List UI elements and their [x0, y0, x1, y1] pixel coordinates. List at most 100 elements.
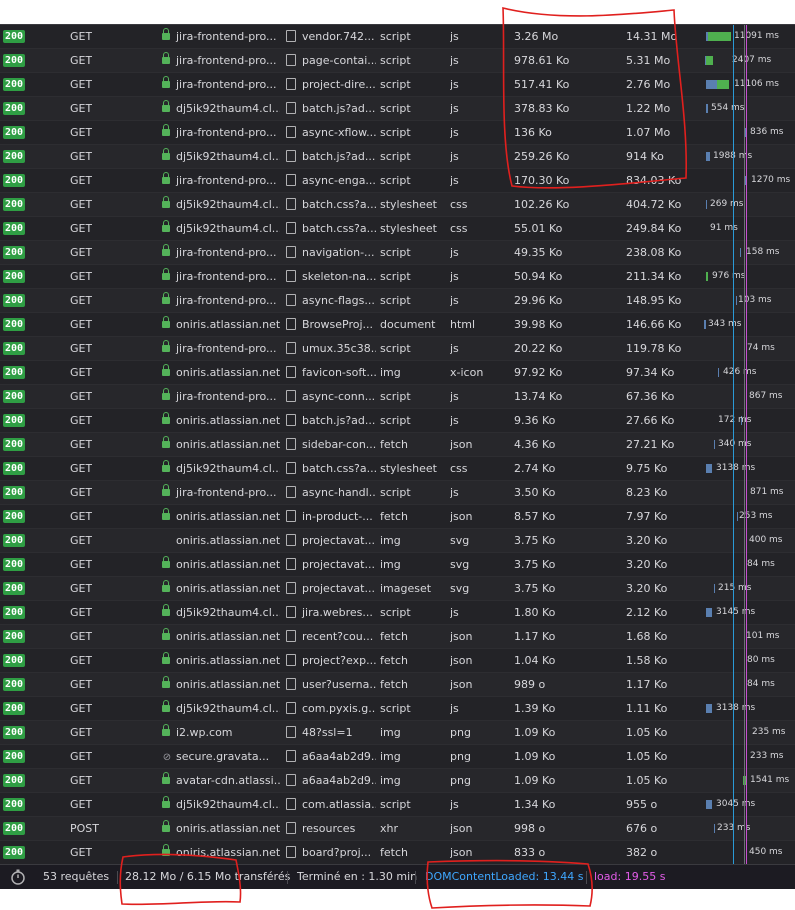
file-cell: skeleton-na...	[286, 265, 376, 288]
file-icon	[286, 822, 296, 834]
waterfall-cell: 3138 ms	[704, 697, 795, 720]
domain-text: dj5ik92thaum4.cl...	[176, 222, 280, 235]
request-row[interactable]: 200 GET jira-frontend-pro... async-handl...…	[0, 481, 795, 505]
status-badge: 200	[3, 798, 26, 811]
waterfall-time: 233 ms	[750, 751, 784, 761]
status-badge: 200	[3, 606, 26, 619]
size-cell: 404.72 Ko	[626, 198, 682, 211]
request-row[interactable]: 200 GET i2.wp.com 48?ssl=1 img png 1.09 Ko 1.05…	[0, 721, 795, 745]
request-row[interactable]: 200 GET jira-frontend-pro... page-contai...…	[0, 49, 795, 73]
waterfall-bar	[706, 704, 712, 713]
transferred-cell: 3.75 Ko	[514, 558, 556, 571]
file-text: in-product-...	[302, 510, 373, 523]
file-cell: async-conn...	[286, 385, 376, 408]
domain-cell: oniris.atlassian.net	[162, 673, 280, 696]
domain-text: dj5ik92thaum4.cl...	[176, 198, 280, 211]
request-row[interactable]: 200 GET oniris.atlassian.net user?userna...…	[0, 673, 795, 697]
file-text: 48?ssl=1	[302, 726, 353, 739]
file-text: batch.js?ad...	[302, 102, 376, 115]
request-row[interactable]: 200 GET oniris.atlassian.net sidebar-con...…	[0, 433, 795, 457]
content-type-cell: png	[450, 774, 471, 787]
request-row[interactable]: 200 GET oniris.atlassian.net projectavat...…	[0, 577, 795, 601]
waterfall-time: 871 ms	[750, 487, 784, 497]
request-row[interactable]: 200 GET oniris.atlassian.net project?exp...…	[0, 649, 795, 673]
content-type-cell: json	[450, 822, 473, 835]
waterfall-cell: 11091 ms	[704, 25, 795, 48]
status-badge: 200	[3, 582, 26, 595]
request-row[interactable]: 200 GET jira-frontend-pro... umux.35c38... s…	[0, 337, 795, 361]
domain-cell: oniris.atlassian.net	[162, 625, 280, 648]
request-row[interactable]: 200 POST oniris.atlassian.net resources xhr j…	[0, 817, 795, 841]
request-row[interactable]: 200 GET oniris.atlassian.net BrowseProj... d…	[0, 313, 795, 337]
file-cell: batch.js?ad...	[286, 409, 376, 432]
request-row[interactable]: 200 GET oniris.atlassian.net recent?cou... f…	[0, 625, 795, 649]
file-text: BrowseProj...	[302, 318, 374, 331]
request-row[interactable]: 200 GET oniris.atlassian.net projectavat...…	[0, 529, 795, 553]
file-text: skeleton-na...	[302, 270, 376, 283]
lock-icon	[162, 75, 170, 88]
waterfall-bar	[736, 296, 737, 305]
request-row[interactable]: 200 GET oniris.atlassian.net favicon-soft..…	[0, 361, 795, 385]
file-icon	[286, 126, 296, 138]
lock-icon	[162, 363, 170, 376]
request-row[interactable]: 200 GET dj5ik92thaum4.cl... com.pyxis.g... s…	[0, 697, 795, 721]
domain-cell: jira-frontend-pro...	[162, 169, 280, 192]
file-icon	[286, 678, 296, 690]
initiator-type-cell: script	[380, 702, 411, 715]
file-cell: batch.css?a...	[286, 193, 376, 216]
request-row[interactable]: 200 GET jira-frontend-pro... skeleton-na...…	[0, 265, 795, 289]
method-cell: GET	[70, 390, 93, 403]
waterfall-cell: 74 ms	[704, 337, 795, 360]
file-cell: projectavat...	[286, 529, 376, 552]
transferred-cell: 49.35 Ko	[514, 246, 563, 259]
file-text: batch.js?ad...	[302, 150, 376, 163]
request-row[interactable]: 200 GET dj5ik92thaum4.cl... batch.css?a... s…	[0, 193, 795, 217]
request-row[interactable]: 200 GET ⊘ secure.gravata... a6aa4ab2d9... img…	[0, 745, 795, 769]
status-badge: 200	[3, 510, 26, 523]
initiator-type-cell: fetch	[380, 654, 408, 667]
domain-cell: jira-frontend-pro...	[162, 73, 280, 96]
request-row[interactable]: 200 GET oniris.atlassian.net projectavat...…	[0, 553, 795, 577]
waterfall-time: 867 ms	[749, 391, 783, 401]
waterfall-bar	[706, 32, 731, 41]
request-row[interactable]: 200 GET avatar-cdn.atlassi... a6aa4ab2d9...…	[0, 769, 795, 793]
size-cell: 97.34 Ko	[626, 366, 675, 379]
size-cell: 27.66 Ko	[626, 414, 675, 427]
request-row[interactable]: 200 GET dj5ik92thaum4.cl... batch.js?ad... s…	[0, 145, 795, 169]
file-cell: batch.js?ad...	[286, 145, 376, 168]
method-cell: GET	[70, 678, 93, 691]
load-time: load: 19.55 s	[594, 870, 666, 883]
lock-icon	[162, 339, 170, 352]
size-cell: 249.84 Ko	[626, 222, 682, 235]
domain-text: dj5ik92thaum4.cl...	[176, 462, 280, 475]
domain-cell: jira-frontend-pro...	[162, 25, 280, 48]
file-icon	[286, 558, 296, 570]
request-row[interactable]: 200 GET dj5ik92thaum4.cl... batch.css?a... s…	[0, 217, 795, 241]
status-badge: 200	[3, 294, 26, 307]
request-row[interactable]: 200 GET dj5ik92thaum4.cl... com.atlassia...…	[0, 793, 795, 817]
request-row[interactable]: 200 GET jira-frontend-pro... async-flags...…	[0, 289, 795, 313]
method-cell: GET	[70, 438, 93, 451]
request-row[interactable]: 200 GET dj5ik92thaum4.cl... batch.js?ad... s…	[0, 97, 795, 121]
method-cell: GET	[70, 750, 93, 763]
request-row[interactable]: 200 GET jira-frontend-pro... navigation-...…	[0, 241, 795, 265]
stopwatch-icon[interactable]	[10, 865, 26, 890]
waterfall-time: 426 ms	[723, 367, 757, 377]
request-row[interactable]: 200 GET oniris.atlassian.net in-product-...…	[0, 505, 795, 529]
request-row[interactable]: 200 GET jira-frontend-pro... project-dire..…	[0, 73, 795, 97]
content-type-cell: js	[450, 150, 459, 163]
method-cell: GET	[70, 318, 93, 331]
method-cell: GET	[70, 798, 93, 811]
request-row[interactable]: 200 GET oniris.atlassian.net board?proj... f…	[0, 841, 795, 865]
request-row[interactable]: 200 GET jira-frontend-pro... async-conn... s…	[0, 385, 795, 409]
request-row[interactable]: 200 GET dj5ik92thaum4.cl... jira.webres... s…	[0, 601, 795, 625]
domain-text: avatar-cdn.atlassi...	[176, 774, 280, 787]
request-row[interactable]: 200 GET jira-frontend-pro... vendor.742... s…	[0, 25, 795, 49]
content-type-cell: js	[450, 270, 459, 283]
transferred-cell: 1.34 Ko	[514, 798, 556, 811]
request-row[interactable]: 200 GET jira-frontend-pro... async-xflow...…	[0, 121, 795, 145]
file-text: batch.css?a...	[302, 198, 376, 211]
request-row[interactable]: 200 GET oniris.atlassian.net batch.js?ad...…	[0, 409, 795, 433]
request-row[interactable]: 200 GET jira-frontend-pro... async-enga... s…	[0, 169, 795, 193]
request-row[interactable]: 200 GET dj5ik92thaum4.cl... batch.css?a... s…	[0, 457, 795, 481]
